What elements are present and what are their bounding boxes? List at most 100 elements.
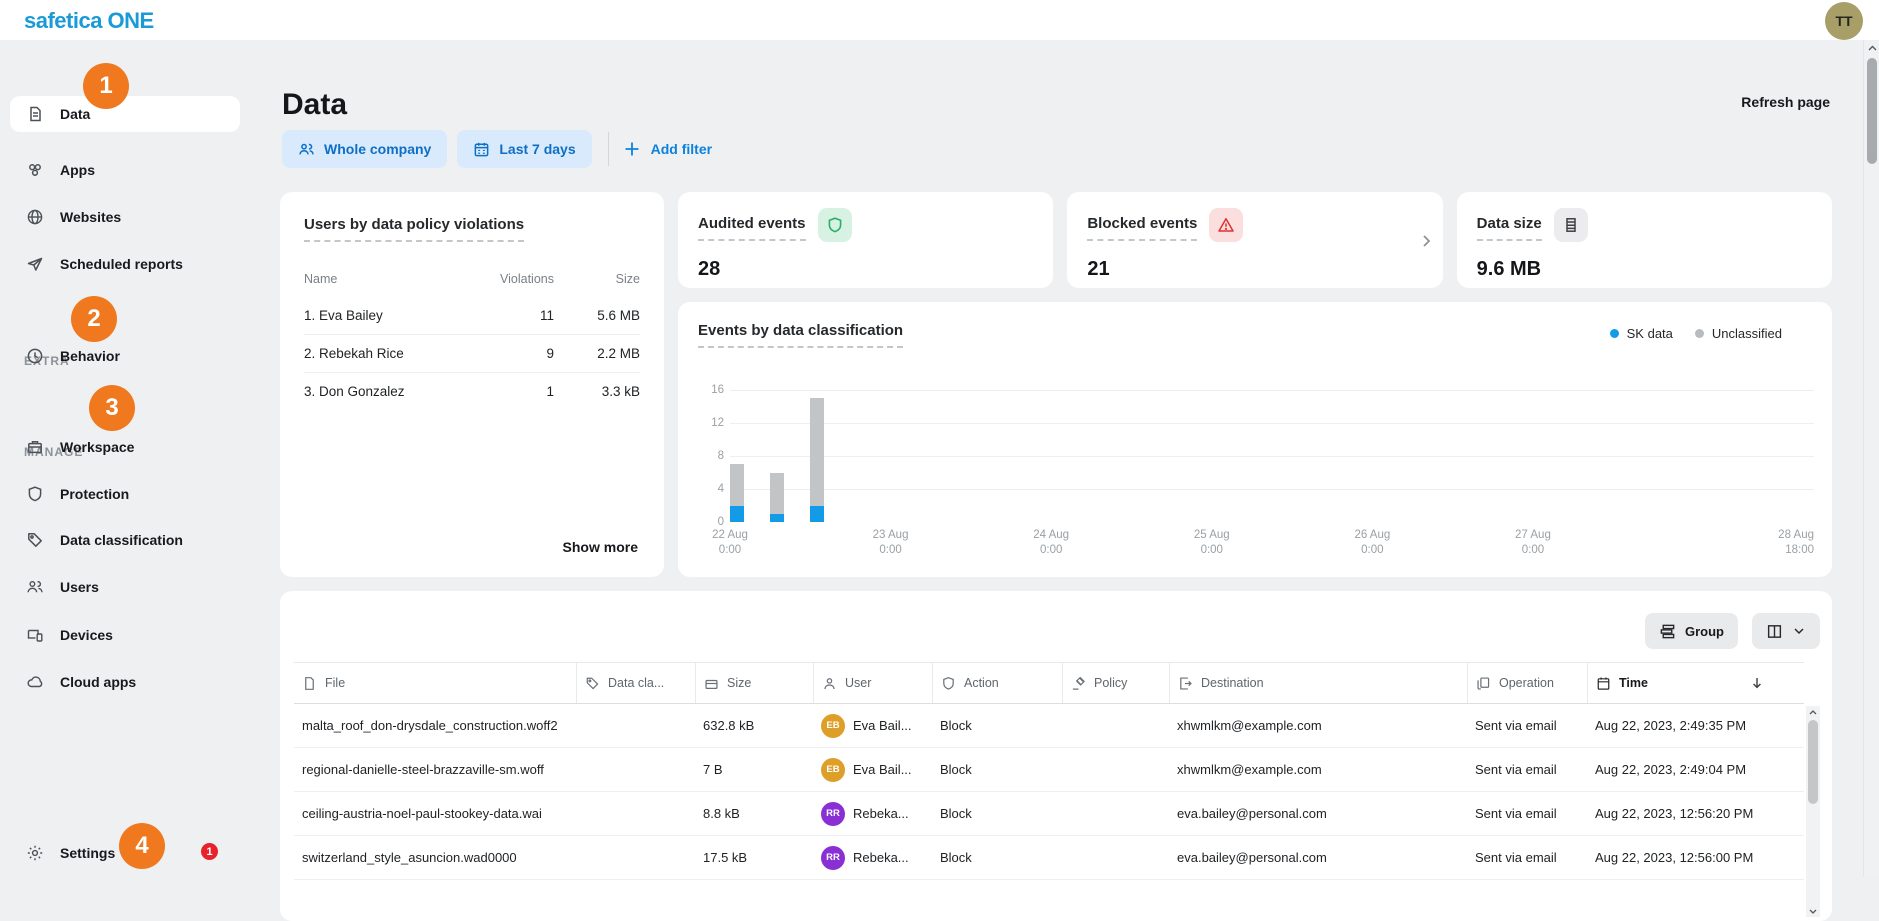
legend-item-sk-data[interactable]: SK data [1610,326,1673,341]
avatar: EB [821,758,845,782]
x-axis-tick: 28 Aug18:00 [1778,528,1814,558]
scroll-down-icon[interactable] [1806,905,1820,917]
sidebar-item-workspace[interactable]: Workspace [10,429,240,465]
column-header-label: File [325,676,345,690]
safetica-logo: safetica ONE [24,8,154,34]
cell-policy [1062,792,1169,835]
filter-bar: Whole company Last 7 days Add filter [282,130,712,168]
stacked-bar[interactable] [810,398,824,522]
sidebar-item-users[interactable]: Users [10,569,240,605]
columns-button[interactable] [1752,613,1820,649]
audited-events-title[interactable]: Audited events [698,215,806,241]
user-name: Eva Bail... [853,762,912,777]
sidebar-item-data-classification[interactable]: Data classification [10,522,240,558]
column-header-data-classification[interactable]: Data cla... [576,663,695,703]
violations-row-name[interactable]: 2. Rebekah Rice [304,334,492,372]
stacked-bar[interactable] [730,464,744,522]
scroll-up-icon[interactable] [1864,40,1879,56]
sidebar-item-label: Workspace [60,439,134,455]
sidebar-item-protection[interactable]: Protection [10,476,240,512]
sidebar-item-devices[interactable]: Devices [10,617,240,653]
column-header-action[interactable]: Action [932,663,1062,703]
gridline [730,423,1814,424]
group-button[interactable]: Group [1645,613,1738,649]
column-header-file[interactable]: File [294,663,576,703]
column-header-user[interactable]: User [813,663,932,703]
user-name: Rebeka... [853,850,909,865]
violations-row-count: 11 [492,296,554,334]
sort-descending-icon[interactable] [1750,676,1764,690]
filter-chip-range[interactable]: Last 7 days [457,130,591,168]
avatar: RR [821,846,845,870]
cell-user: EB Eva Bail... [813,748,932,791]
disk-icon [704,676,719,691]
sidebar: ANALYZE 1 Data Apps Websites Scheduled r… [0,40,280,877]
sidebar-item-label: Scheduled reports [60,256,183,272]
add-filter-button[interactable]: Add filter [623,140,712,158]
page-scrollbar-thumb[interactable] [1867,58,1877,164]
table-scrollbar-thumb[interactable] [1808,720,1818,804]
chevron-down-icon [1792,624,1806,638]
filter-chip-company[interactable]: Whole company [282,130,447,168]
data-size-card: Data size 9.6 MB [1457,192,1832,288]
sidebar-item-behavior[interactable]: Behavior [10,338,240,374]
violations-card-title[interactable]: Users by data policy violations [304,216,524,242]
events-table-header: File Data cla... Size User Action [294,662,1804,704]
stacked-bar[interactable] [770,473,784,523]
cell-operation: Sent via email [1467,792,1587,835]
cell-size: 8.8 kB [695,792,813,835]
sidebar-item-data[interactable]: Data [10,96,240,132]
cell-time: Aug 22, 2023, 12:56:20 PM [1587,792,1774,835]
chevron-right-icon[interactable] [1417,232,1435,250]
devices-icon [26,626,44,644]
column-header-operation[interactable]: Operation [1467,663,1587,703]
scroll-up-icon[interactable] [1806,706,1820,718]
violations-row-name[interactable]: 3. Don Gonzalez [304,372,492,410]
document-icon [26,105,44,123]
sidebar-item-apps[interactable]: Apps [10,152,240,188]
table-toolbar: Group [280,613,1832,649]
page-scrollbar[interactable] [1863,40,1879,877]
sidebar-item-label: Cloud apps [60,674,136,690]
annotation-badge-1: 1 [83,63,129,109]
bar-segment-unclassified [770,473,784,514]
column-header-destination[interactable]: Destination [1169,663,1467,703]
export-icon [1178,676,1193,691]
blocked-events-value: 21 [1087,258,1109,281]
show-more-button[interactable]: Show more [563,539,638,555]
sidebar-item-scheduled-reports[interactable]: Scheduled reports [10,246,240,282]
refresh-page-button[interactable]: Refresh page [1741,94,1830,110]
legend-item-unclassified[interactable]: Unclassified [1695,326,1782,341]
table-row[interactable]: switzerland_style_asuncion.wad0000 17.5 … [294,836,1804,880]
cell-data-classification [576,836,695,879]
blocked-events-title[interactable]: Blocked events [1087,215,1197,241]
x-axis-tick: 24 Aug0:00 [1033,528,1069,558]
table-row[interactable]: malta_roof_don-drysdale_construction.wof… [294,704,1804,748]
gridline [730,489,1814,490]
gear-icon [26,844,44,862]
sidebar-item-websites[interactable]: Websites [10,199,240,235]
violations-table: Name Violations Size 1. Eva Bailey 11 5.… [304,264,640,410]
users-icon [26,578,44,596]
user-avatar[interactable]: TT [1825,2,1863,40]
avatar: RR [821,802,845,826]
sidebar-item-cloud-apps[interactable]: Cloud apps [10,664,240,700]
violations-row-name[interactable]: 1. Eva Bailey [304,296,492,334]
table-row[interactable]: ceiling-austria-noel-paul-stookey-data.w… [294,792,1804,836]
x-axis-tick: 27 Aug0:00 [1515,528,1551,558]
cell-time: Aug 22, 2023, 12:56:00 PM [1587,836,1774,879]
column-header-policy[interactable]: Policy [1062,663,1169,703]
sidebar-item-label: Users [60,579,99,595]
shield-icon [941,676,956,691]
cell-operation: Sent via email [1467,748,1587,791]
column-header-time[interactable]: Time [1587,663,1774,703]
gridline [730,390,1814,391]
table-row[interactable]: regional-danielle-steel-brazzaville-sm.w… [294,748,1804,792]
column-header-size[interactable]: Size [695,663,813,703]
chart-title[interactable]: Events by data classification [698,322,903,348]
cell-policy [1062,748,1169,791]
violations-row-size: 2.2 MB [554,334,640,372]
file-icon [302,676,317,691]
table-scrollbar[interactable] [1806,706,1820,917]
data-size-title[interactable]: Data size [1477,215,1542,241]
